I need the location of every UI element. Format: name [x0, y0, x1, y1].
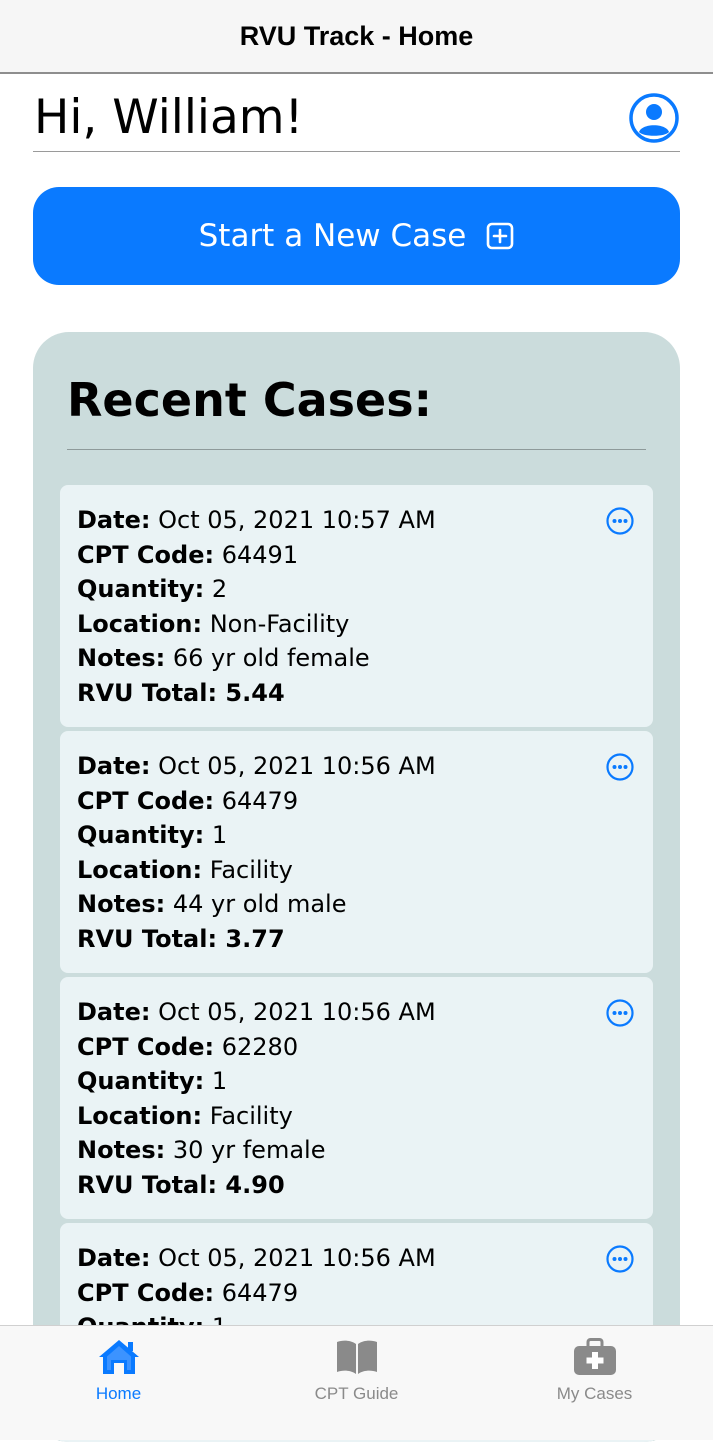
case-rvu-total: 3.77 — [225, 924, 285, 953]
case-quantity: 1 — [211, 1067, 228, 1096]
greeting-header: Hi, William! — [33, 82, 680, 152]
case-more-button[interactable] — [605, 752, 635, 782]
quantity-label: Quantity: — [77, 821, 205, 850]
case-quantity: 2 — [211, 575, 228, 604]
case-date: Oct 05, 2021 10:56 AM — [158, 1244, 436, 1272]
profile-button[interactable] — [628, 92, 680, 144]
tab-home[interactable]: Home — [0, 1326, 237, 1441]
tab-my-cases-label: My Cases — [556, 1384, 633, 1403]
case-cpt-row: CPT Code: 64479 — [77, 1276, 653, 1311]
location-label: Location: — [77, 609, 203, 638]
tab-cpt-guide-label: CPT Guide — [314, 1384, 399, 1403]
date-label: Date: — [77, 1244, 151, 1272]
location-label: Location: — [77, 1101, 203, 1130]
notes-label: Notes: — [77, 644, 166, 673]
cpt-label: CPT Code: — [77, 540, 215, 569]
case-notes: 44 yr old male — [172, 890, 347, 919]
medical-kit-icon — [574, 1338, 616, 1375]
tab-bar: Home CPT Guide My Cases — [0, 1325, 713, 1440]
case-quantity: 1 — [211, 821, 228, 850]
case-rvu-total: 5.44 — [225, 678, 285, 707]
start-new-case-label: Start a New Case — [198, 218, 467, 254]
case-cpt-code: 62280 — [221, 1032, 299, 1061]
tab-home-label: Home — [95, 1384, 142, 1403]
cpt-label: CPT Code: — [77, 786, 215, 815]
case-location: Facility — [209, 1101, 293, 1130]
navigation-bar: RVU Track - Home — [0, 0, 713, 74]
recent-cases-divider — [67, 449, 646, 450]
person-circle-icon — [629, 93, 679, 143]
tab-my-cases[interactable]: My Cases — [476, 1326, 713, 1441]
case-notes: 66 yr old female — [172, 644, 370, 673]
case-cpt-row: CPT Code: 64479 — [77, 784, 653, 819]
house-icon — [99, 1340, 139, 1374]
rvu-total-label: RVU Total: — [77, 924, 218, 953]
case-quantity-row: Quantity: 1 — [77, 818, 653, 853]
cpt-label: CPT Code: — [77, 1278, 215, 1307]
recent-cases-panel: Recent Cases: Date: Oct 05, 2021 10:57 A… — [33, 332, 680, 1442]
case-date-row: Date: Oct 05, 2021 10:57 AM — [77, 503, 653, 538]
app-title: RVU Track - Home — [239, 20, 474, 51]
case-cpt-code: 64491 — [221, 540, 299, 569]
case-rvu-total-row: RVU Total: 3.77 — [77, 922, 653, 957]
greeting-text: Hi, William! — [34, 90, 304, 145]
rvu-total-label: RVU Total: — [77, 678, 218, 707]
case-location-row: Location: Facility — [77, 1099, 653, 1134]
case-card[interactable]: Date: Oct 05, 2021 10:56 AM CPT Code: 62… — [60, 977, 653, 1219]
case-notes-row: Notes: 66 yr old female — [77, 641, 653, 676]
case-notes: 30 yr female — [172, 1136, 326, 1165]
ellipsis-circle-icon — [606, 753, 634, 781]
case-rvu-total-row: RVU Total: 5.44 — [77, 676, 653, 711]
case-card[interactable]: Date: Oct 05, 2021 10:57 AM CPT Code: 64… — [60, 485, 653, 727]
case-location: Non-Facility — [209, 609, 350, 638]
case-cpt-row: CPT Code: 62280 — [77, 1030, 653, 1065]
case-cpt-code: 64479 — [221, 786, 299, 815]
case-date-row: Date: Oct 05, 2021 10:56 AM — [77, 1241, 653, 1276]
ellipsis-circle-icon — [606, 999, 634, 1027]
quantity-label: Quantity: — [77, 575, 205, 604]
case-date: Oct 05, 2021 10:57 AM — [158, 506, 436, 534]
ellipsis-circle-icon — [606, 507, 634, 535]
book-icon — [337, 1340, 377, 1374]
date-label: Date: — [77, 506, 151, 534]
case-location-row: Location: Non-Facility — [77, 607, 653, 642]
case-rvu-total: 4.90 — [225, 1170, 285, 1199]
case-rvu-total-row: RVU Total: 4.90 — [77, 1168, 653, 1203]
case-cpt-row: CPT Code: 64491 — [77, 538, 653, 573]
case-notes-row: Notes: 44 yr old male — [77, 887, 653, 922]
location-label: Location: — [77, 855, 203, 884]
start-new-case-button[interactable]: Start a New Case — [33, 187, 680, 285]
case-more-button[interactable] — [605, 506, 635, 536]
case-date: Oct 05, 2021 10:56 AM — [158, 752, 436, 780]
quantity-label: Quantity: — [77, 1067, 205, 1096]
case-more-button[interactable] — [605, 998, 635, 1028]
date-label: Date: — [77, 998, 151, 1026]
case-quantity-row: Quantity: 2 — [77, 572, 653, 607]
case-notes-row: Notes: 30 yr female — [77, 1133, 653, 1168]
case-location: Facility — [209, 855, 293, 884]
date-label: Date: — [77, 752, 151, 780]
case-more-button[interactable] — [605, 1244, 635, 1274]
plus-square-icon — [487, 222, 514, 250]
case-date-row: Date: Oct 05, 2021 10:56 AM — [77, 995, 653, 1030]
ellipsis-circle-icon — [606, 1245, 634, 1273]
case-quantity-row: Quantity: 1 — [77, 1064, 653, 1099]
recent-cases-title: Recent Cases: — [67, 373, 432, 427]
case-cpt-code: 64479 — [221, 1278, 299, 1307]
notes-label: Notes: — [77, 1136, 166, 1165]
tab-cpt-guide[interactable]: CPT Guide — [238, 1326, 475, 1441]
cpt-label: CPT Code: — [77, 1032, 215, 1061]
notes-label: Notes: — [77, 890, 166, 919]
case-date: Oct 05, 2021 10:56 AM — [158, 998, 436, 1026]
case-card[interactable]: Date: Oct 05, 2021 10:56 AM CPT Code: 64… — [60, 731, 653, 973]
rvu-total-label: RVU Total: — [77, 1170, 218, 1199]
case-date-row: Date: Oct 05, 2021 10:56 AM — [77, 749, 653, 784]
case-location-row: Location: Facility — [77, 853, 653, 888]
